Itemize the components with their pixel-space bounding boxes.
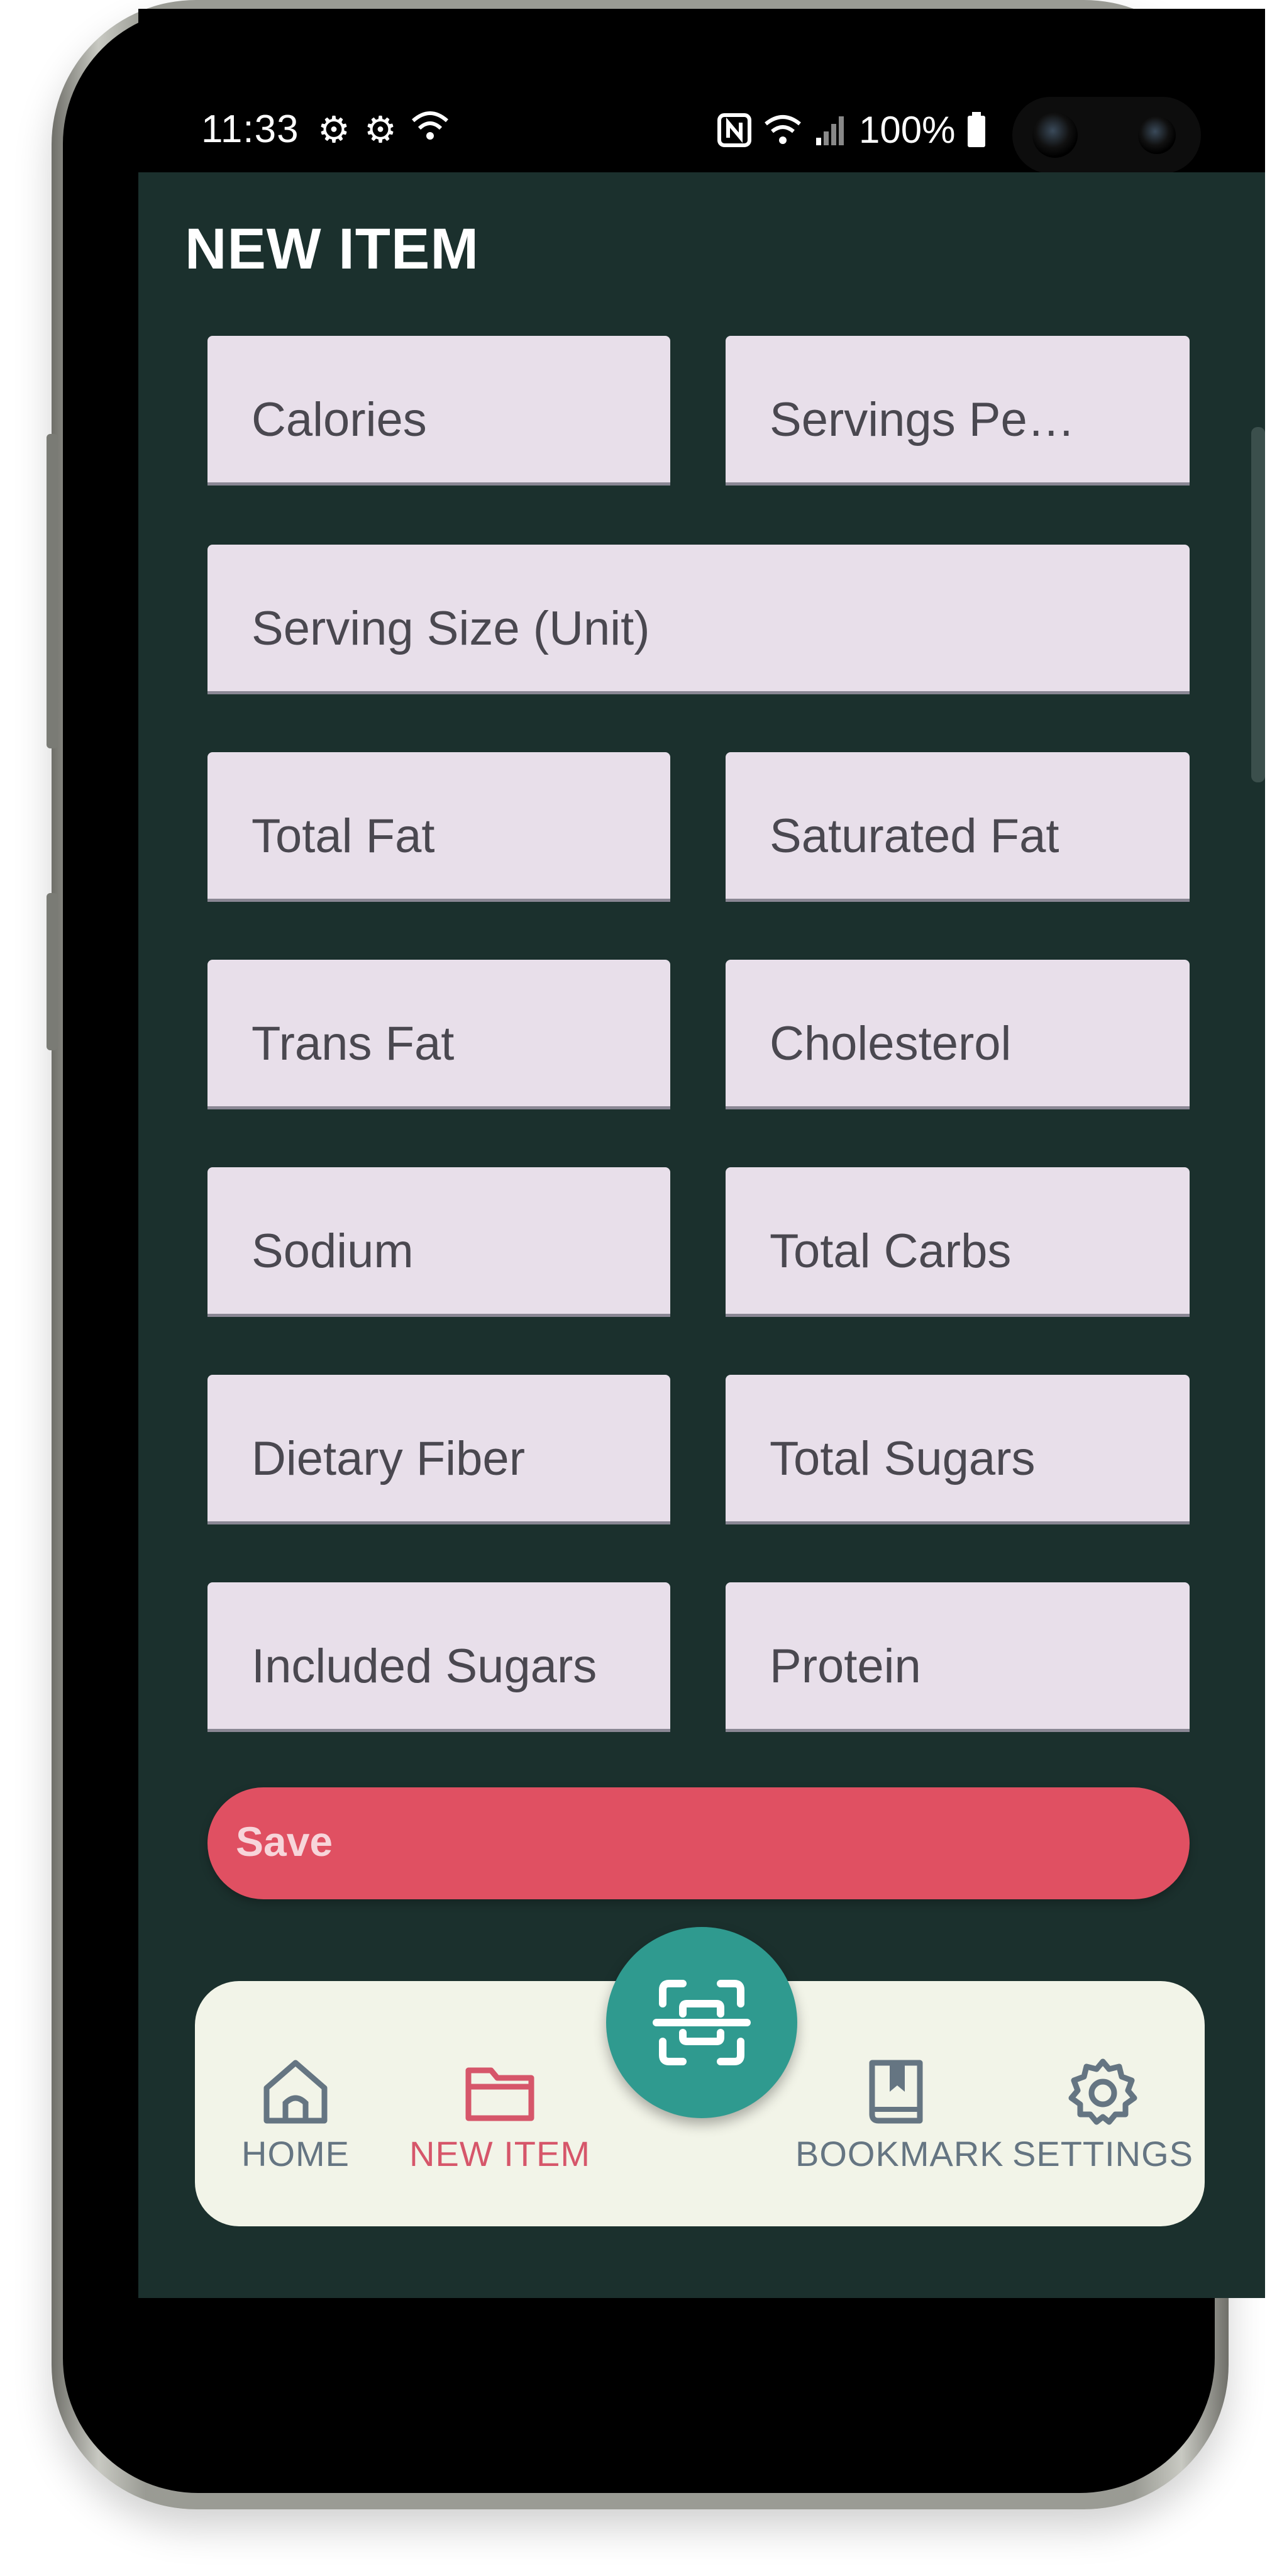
total-carbs-field[interactable]: Total Carbs	[726, 1167, 1190, 1317]
total-sugars-field[interactable]: Total Sugars	[726, 1375, 1190, 1524]
signal-icon	[816, 116, 844, 145]
total-fat-field[interactable]: Total Fat	[207, 752, 670, 902]
home-icon	[263, 2060, 328, 2124]
nav-item-new-item[interactable]: NEW ITEM	[399, 2057, 600, 2174]
save-button[interactable]: Save	[207, 1787, 1190, 1899]
servings-per-field[interactable]: Servings Pe…	[726, 336, 1190, 486]
folder-icon	[465, 2067, 534, 2121]
serving-size-field[interactable]: Serving Size (Unit)	[207, 545, 1190, 694]
nav-label: BOOKMARK	[795, 2134, 1004, 2174]
field-label: Included Sugars	[252, 1640, 597, 1693]
battery-percent: 100%	[859, 109, 956, 151]
nav-item-bookmark[interactable]: BOOKMARK	[795, 2057, 1004, 2174]
field-label: Cholesterol	[770, 1017, 1012, 1070]
cholesterol-field[interactable]: Cholesterol	[726, 960, 1190, 1109]
scan-icon	[653, 1980, 751, 2065]
battery-icon	[968, 111, 986, 147]
front-camera	[1012, 97, 1201, 174]
nav-label: SETTINGS	[1012, 2134, 1194, 2174]
wifi-calling-icon	[412, 111, 448, 140]
app-screen: NEW ITEM Calories Servings Pe… Serving S…	[138, 172, 1265, 2298]
field-label: Saturated Fat	[770, 809, 1059, 863]
page-title: NEW ITEM	[185, 217, 479, 281]
camera-lens	[1032, 113, 1078, 158]
camera-lens	[1138, 116, 1176, 154]
bixby-button	[47, 893, 58, 1050]
status-icons-right: 100%	[717, 108, 987, 152]
saturated-fat-field[interactable]: Saturated Fat	[726, 752, 1190, 902]
screen: 11:33 ⚙ ⚙ 100% NEW ITEM Calories Serving…	[138, 9, 1265, 2298]
nav-label: NEW ITEM	[409, 2134, 590, 2174]
bookmark-book-icon	[869, 2060, 923, 2124]
field-label: Total Fat	[252, 809, 435, 863]
calories-field[interactable]: Calories	[207, 336, 670, 486]
field-label: Sodium	[252, 1224, 414, 1278]
nav-item-settings[interactable]: SETTINGS	[1002, 2057, 1203, 2174]
dietary-fiber-field[interactable]: Dietary Fiber	[207, 1375, 670, 1524]
scan-fab-button[interactable]	[606, 1927, 797, 2118]
trans-fat-field[interactable]: Trans Fat	[207, 960, 670, 1109]
status-time: 11:33	[201, 108, 299, 151]
nfc-icon	[717, 113, 751, 147]
field-label: Trans Fat	[252, 1017, 455, 1070]
field-label: Dietary Fiber	[252, 1432, 525, 1485]
sodium-field[interactable]: Sodium	[207, 1167, 670, 1317]
volume-button	[47, 434, 58, 748]
protein-field[interactable]: Protein	[726, 1582, 1190, 1732]
field-label: Total Carbs	[770, 1224, 1012, 1278]
nav-label: HOME	[241, 2134, 350, 2174]
wifi-icon	[765, 114, 801, 144]
status-icons-left: ⚙ ⚙	[318, 108, 450, 151]
field-label: Protein	[770, 1640, 921, 1693]
included-sugars-field[interactable]: Included Sugars	[207, 1582, 670, 1732]
nav-item-home[interactable]: HOME	[195, 2057, 396, 2174]
field-label: Calories	[252, 393, 427, 447]
field-label: Total Sugars	[770, 1432, 1036, 1485]
gear-icon	[1068, 2058, 1137, 2125]
save-button-label: Save	[236, 1818, 333, 1865]
field-label: Serving Size (Unit)	[252, 602, 650, 655]
field-label: Servings Pe…	[770, 393, 1075, 447]
scrollbar[interactable]	[1251, 427, 1265, 782]
phone-body: 11:33 ⚙ ⚙ 100% NEW ITEM Calories Serving…	[63, 9, 1265, 2493]
gear-icon: ⚙	[318, 109, 350, 150]
gear-icon: ⚙	[364, 109, 397, 150]
